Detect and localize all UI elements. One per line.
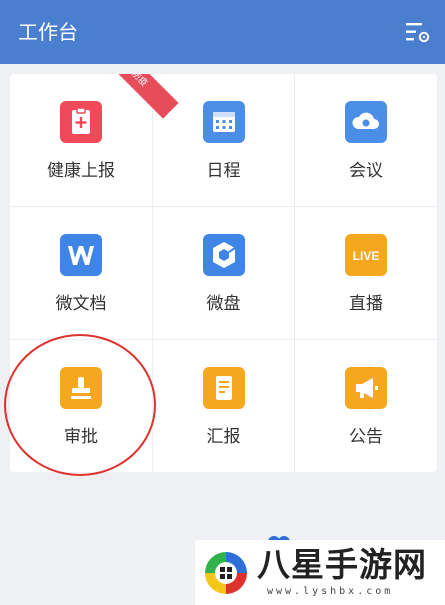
watermark-logo-icon [201, 548, 251, 598]
app-label: 微盘 [206, 294, 241, 314]
report-doc-icon [202, 367, 245, 409]
app-label: 微文档 [55, 294, 107, 314]
clipboard-plus-icon [60, 101, 102, 143]
app-announcement[interactable]: 公告 [295, 340, 437, 472]
megaphone-icon [345, 367, 387, 409]
page-title: 工作台 [18, 20, 78, 44]
highlight-circle [4, 334, 156, 476]
app-label: 健康上报 [47, 161, 115, 181]
app-report[interactable]: 汇报 [153, 340, 295, 472]
live-icon: LIVE [345, 234, 387, 276]
cube-drive-icon [202, 234, 245, 276]
w-doc-icon [60, 234, 102, 276]
app-schedule[interactable]: 日程 [153, 74, 295, 207]
live-icon-text: LIVE [353, 249, 380, 263]
app-label: 会议 [349, 161, 383, 181]
filter-settings-icon[interactable] [405, 20, 431, 44]
watermark: 八星手游网 www.lyshbx.com [195, 540, 445, 605]
app-live[interactable]: LIVE 直播 [295, 207, 437, 340]
app-header: 工作台 [0, 0, 445, 64]
cloud-icon [345, 101, 387, 143]
app-health-report[interactable]: 防疫 健康上报 [10, 74, 179, 207]
watermark-url: www.lyshbx.com [267, 586, 394, 597]
app-meeting[interactable]: 会议 [295, 74, 437, 207]
app-label: 直播 [349, 294, 383, 314]
app-label: 公告 [349, 427, 383, 447]
app-label: 日程 [206, 161, 241, 181]
app-label: 汇报 [206, 427, 241, 447]
app-docs[interactable]: 微文档 [10, 207, 153, 340]
app-drive[interactable]: 微盘 [153, 207, 295, 340]
calendar-icon [202, 101, 245, 143]
watermark-text: 八星手游网 [257, 545, 427, 584]
